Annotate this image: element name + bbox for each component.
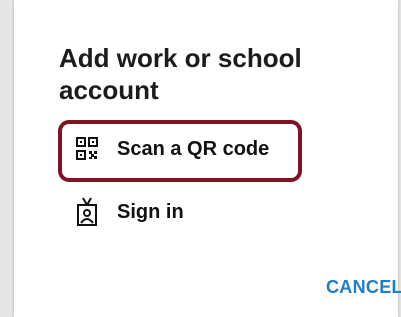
scan-qr-code-label: Scan a QR code: [117, 138, 270, 160]
qr-code-icon: [76, 137, 98, 161]
scan-qr-code-option[interactable]: Scan a QR code: [59, 119, 303, 181]
id-badge-icon: [76, 197, 98, 226]
sign-in-label: Sign in: [117, 201, 184, 223]
cancel-button[interactable]: CANCEL: [326, 277, 401, 298]
add-account-dialog: Add work or school account Scan a QR cod…: [14, 0, 401, 317]
dialog-title: Add work or school account: [59, 43, 302, 105]
sign-in-option[interactable]: Sign in: [59, 182, 303, 244]
